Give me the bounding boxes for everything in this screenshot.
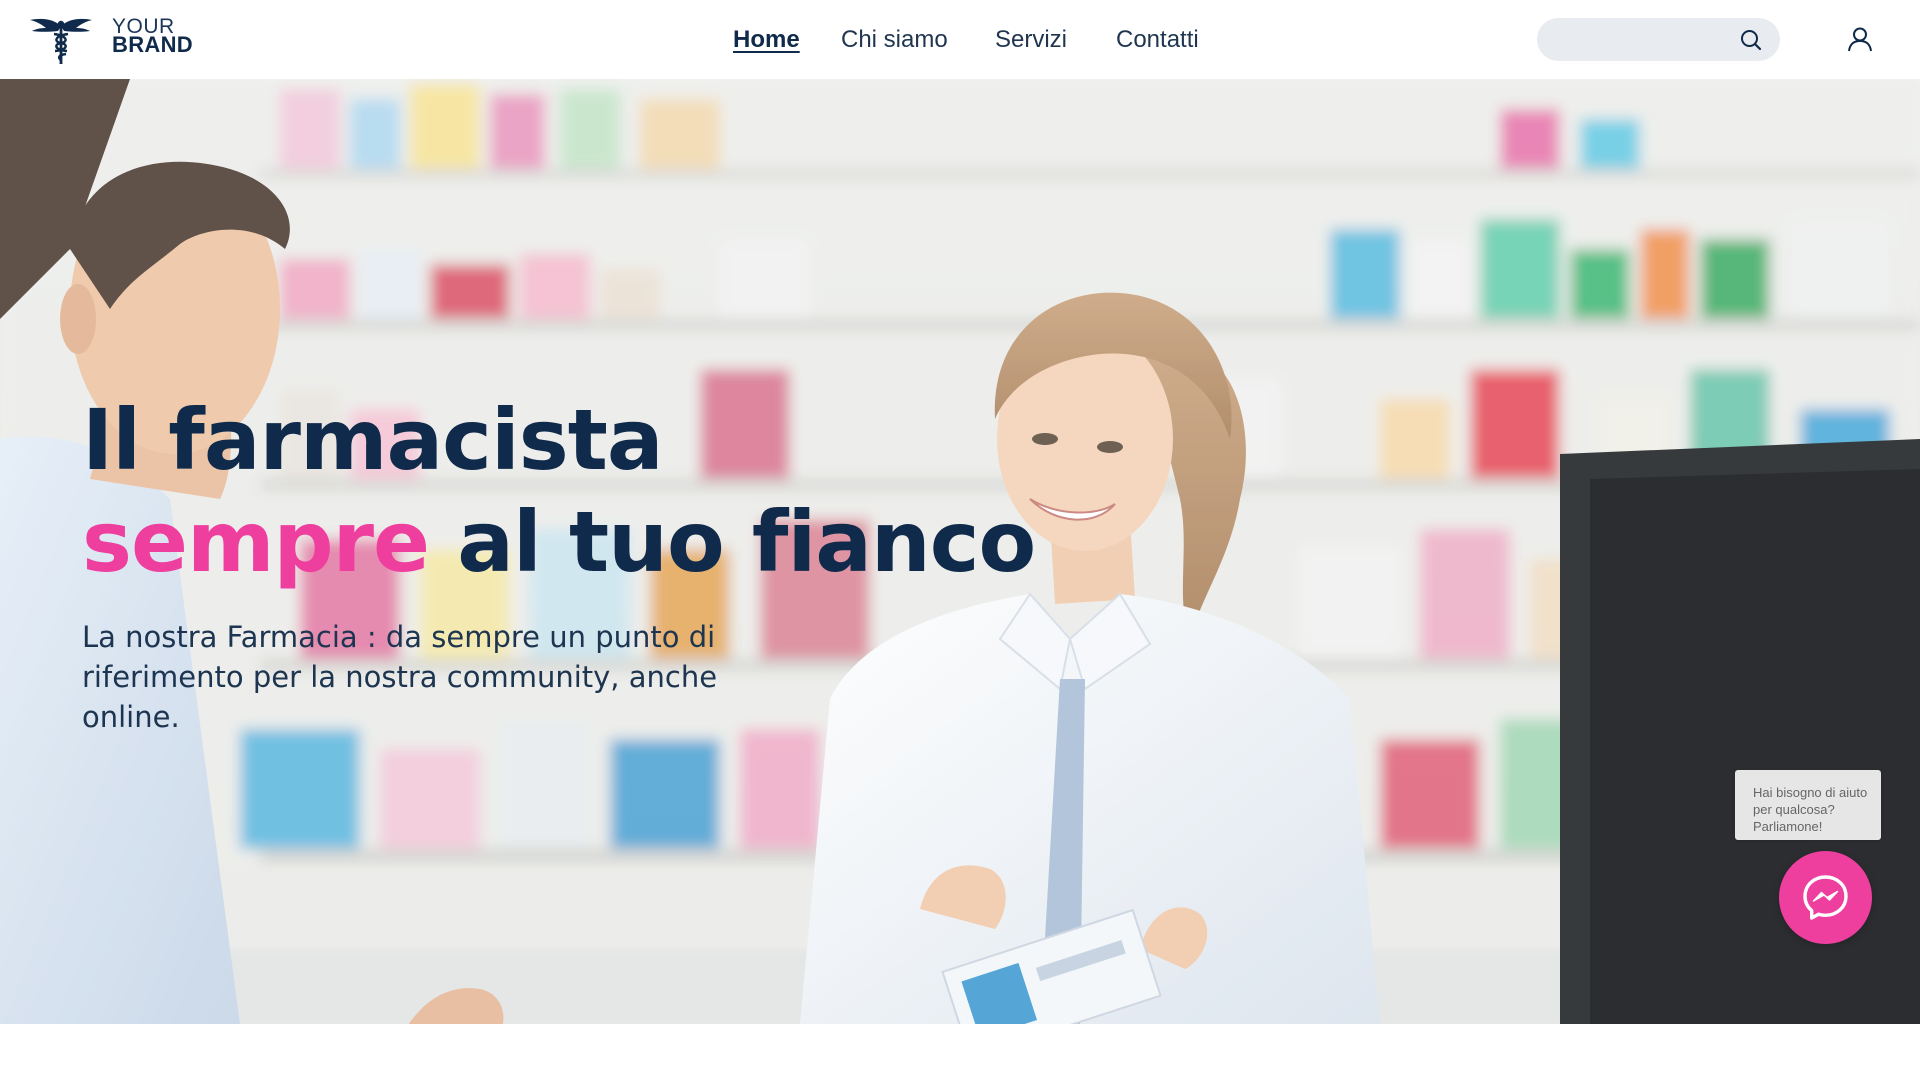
search-input[interactable]: [1555, 18, 1735, 61]
hero-title-line1: Il farmacista: [82, 391, 664, 489]
hero-title: Il farmacista sempre al tuo fianco: [82, 389, 1036, 593]
brand-line2: BRAND: [112, 32, 193, 57]
nav-item-home[interactable]: Home: [733, 24, 800, 56]
chat-tooltip: Hai bisogno di aiuto per qualcosa? Parli…: [1735, 770, 1881, 840]
page-bottom-strip: [0, 1024, 1920, 1080]
search-icon[interactable]: [1740, 29, 1762, 51]
chat-button[interactable]: [1779, 851, 1872, 944]
nav-item-servizi[interactable]: Servizi: [995, 24, 1067, 56]
hero-title-line2: al tuo fianco: [429, 493, 1036, 591]
messenger-icon: [1803, 875, 1848, 920]
nav-item-chi-siamo[interactable]: Chi siamo: [841, 24, 948, 56]
hero-title-highlight: sempre: [82, 493, 430, 591]
site-header: YOUR BRAND Home Chi siamo Servizi Contat…: [0, 0, 1920, 79]
hero-section: Il farmacista sempre al tuo fianco La no…: [0, 79, 1920, 1024]
nav-item-contatti[interactable]: Contatti: [1116, 24, 1199, 56]
caduceus-icon: [30, 18, 92, 64]
brand-wordmark: YOUR BRAND: [112, 16, 193, 57]
search-box: [1537, 18, 1780, 61]
user-icon[interactable]: [1847, 26, 1873, 52]
brand-logo[interactable]: YOUR BRAND: [28, 12, 208, 66]
hero-subtitle: La nostra Farmacia : da sempre un punto …: [82, 620, 718, 734]
